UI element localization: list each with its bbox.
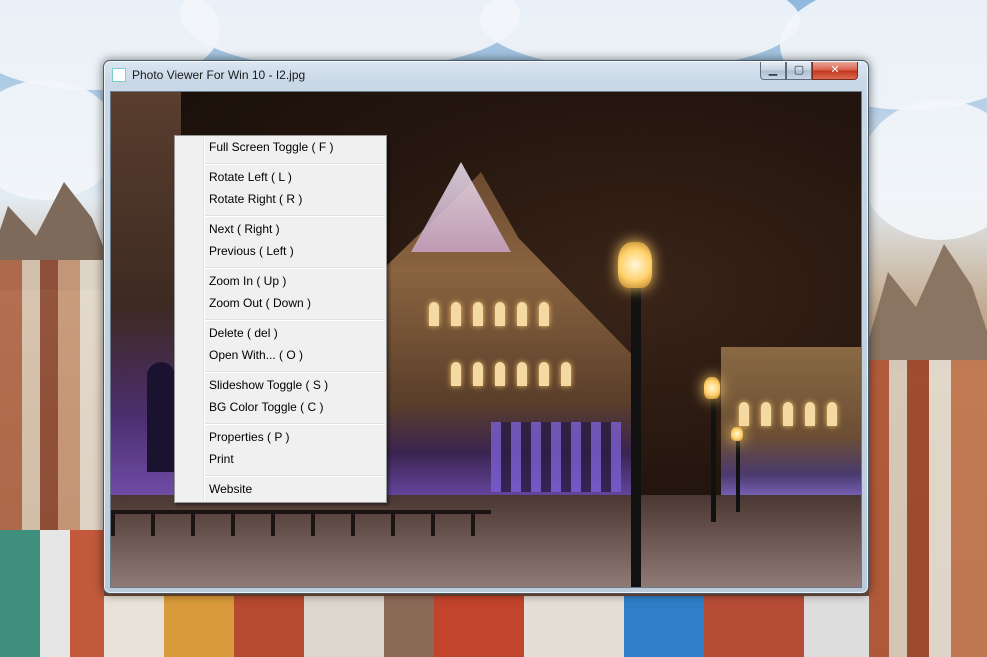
menu-separator [205,215,384,217]
wallpaper-houses-left-2 [0,530,104,657]
menu-item-slideshow-toggle[interactable]: Slideshow Toggle ( S ) [177,375,384,397]
photo-palace-windows [429,302,549,326]
wallpaper-houses-bottom [104,596,869,657]
menu-item-label: Previous ( Left ) [209,244,294,258]
menu-item-rotate-left[interactable]: Rotate Left ( L ) [177,167,384,189]
photo-palace-windows-lower [451,362,571,386]
photo-building-right-windows [739,402,837,426]
photo-palace-arcade [491,422,621,492]
maximize-button[interactable]: ▢ [786,62,812,80]
menu-item-label: Slideshow Toggle ( S ) [209,378,329,392]
menu-item-print[interactable]: Print [177,449,384,471]
menu-item-label: Website [209,482,253,496]
photo-lamp-post-2 [711,392,716,522]
menu-item-open-with[interactable]: Open With... ( O ) [177,345,384,367]
menu-separator [205,423,384,425]
app-icon [112,68,126,82]
photo-lamp-light-3 [731,427,743,441]
menu-item-label: Delete ( del ) [209,326,278,340]
menu-item-label: Properties ( P ) [209,430,290,444]
menu-item-zoom-out[interactable]: Zoom Out ( Down ) [177,293,384,315]
photo-lamp-light-2 [704,377,720,399]
maximize-icon: ▢ [793,63,805,76]
menu-item-label: Print [209,452,234,466]
menu-item-bg-color-toggle[interactable]: BG Color Toggle ( C ) [177,397,384,419]
menu-separator [205,475,384,477]
close-button[interactable]: ✕ [812,62,858,80]
title-bar[interactable]: Photo Viewer For Win 10 - I2.jpg ▁ ▢ ✕ [104,61,868,89]
wallpaper-cloud [860,100,987,240]
menu-item-label: Rotate Right ( R ) [209,192,303,206]
menu-item-previous[interactable]: Previous ( Left ) [177,241,384,263]
menu-item-full-screen-toggle[interactable]: Full Screen Toggle ( F ) [177,137,384,159]
photo-lamp-light [618,242,652,288]
menu-separator [205,163,384,165]
menu-item-zoom-in[interactable]: Zoom In ( Up ) [177,271,384,293]
menu-separator [205,371,384,373]
minimize-button[interactable]: ▁ [760,62,786,80]
wallpaper-mountain [860,244,987,370]
window-title: Photo Viewer For Win 10 - I2.jpg [132,68,306,82]
minimize-icon: ▁ [768,63,778,76]
menu-item-label: Next ( Right ) [209,222,280,236]
menu-item-label: Open With... ( O ) [209,348,304,362]
menu-item-delete[interactable]: Delete ( del ) [177,323,384,345]
photo-lamp-post-3 [736,432,740,512]
menu-separator [205,267,384,269]
menu-item-website[interactable]: Website [177,479,384,501]
menu-item-label: BG Color Toggle ( C ) [209,400,324,414]
menu-separator [205,319,384,321]
photo-lamp-post [631,282,641,587]
menu-item-rotate-right[interactable]: Rotate Right ( R ) [177,189,384,211]
photo-building-left-arch [147,362,175,472]
wallpaper-houses-right [869,360,987,657]
photo-plaza-ground [111,495,861,587]
context-menu: Full Screen Toggle ( F ) Rotate Left ( L… [174,135,387,503]
close-icon: ✕ [830,63,840,76]
photo-railing [111,510,491,536]
menu-item-label: Zoom Out ( Down ) [209,296,312,310]
wallpaper-cloud [0,80,120,200]
menu-item-label: Rotate Left ( L ) [209,170,292,184]
menu-item-next[interactable]: Next ( Right ) [177,219,384,241]
menu-item-label: Full Screen Toggle ( F ) [209,140,334,154]
menu-item-label: Zoom In ( Up ) [209,274,287,288]
menu-item-properties[interactable]: Properties ( P ) [177,427,384,449]
